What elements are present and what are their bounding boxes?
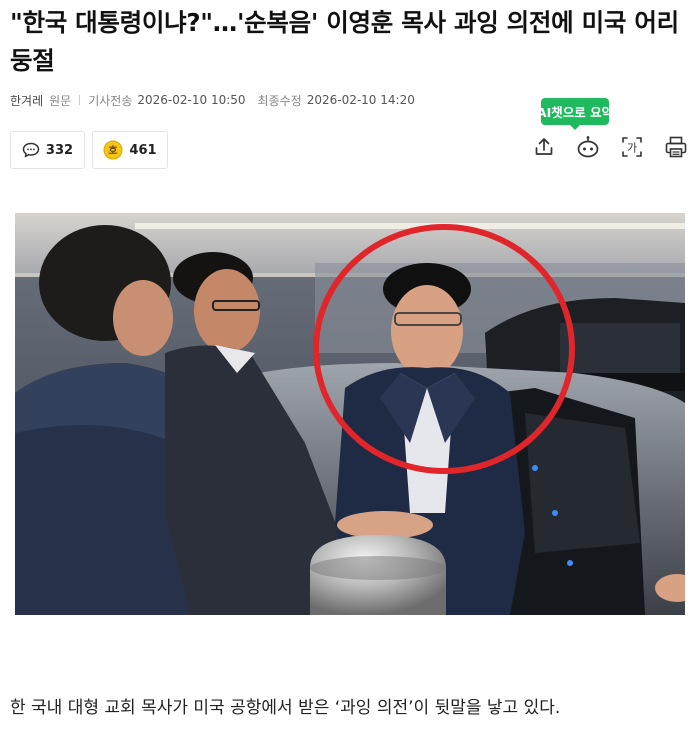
modified-time: 2026-02-10 14:20 <box>306 93 415 107</box>
article-meta: 한겨레 원문 기사전송 2026-02-10 10:50 최종수정 2026-0… <box>10 91 415 109</box>
article-source[interactable]: 한겨레 <box>10 92 43 109</box>
modified-label: 최종수정 <box>257 93 302 108</box>
reaction-icon: 호 <box>103 140 123 160</box>
print-icon[interactable] <box>663 134 689 160</box>
robot-icon[interactable] <box>575 134 601 160</box>
sent-label: 기사전송 <box>88 93 133 108</box>
comments-button[interactable]: 332 <box>10 131 85 169</box>
reaction-badge-text: 호 <box>109 144 118 157</box>
ai-summary-badge[interactable]: AI챗으로 요약 <box>537 98 613 125</box>
article-body-first-line: 한 국내 대형 교회 목사가 미국 공항에서 받은 ‘과잉 의전’이 뒷말을 낳… <box>10 698 561 718</box>
original-link[interactable]: 원문 <box>49 92 71 109</box>
reactions-count: 461 <box>129 142 157 158</box>
photo-illustration <box>15 213 685 615</box>
article-photo <box>15 213 685 615</box>
article-headline: "한국 대통령이냐?"…'순복음' 이영훈 목사 과잉 의전에 미국 어리둥절 <box>10 8 679 75</box>
reactions-button[interactable]: 호 461 <box>92 131 168 169</box>
translate-glyph: 가 <box>627 142 637 155</box>
translate-icon[interactable]: 가 <box>619 134 645 160</box>
share-icon[interactable] <box>531 134 557 160</box>
comment-icon <box>22 142 40 158</box>
meta-divider <box>79 95 81 105</box>
sent-time: 2026-02-10 10:50 <box>137 93 246 107</box>
comments-count: 332 <box>45 142 74 158</box>
